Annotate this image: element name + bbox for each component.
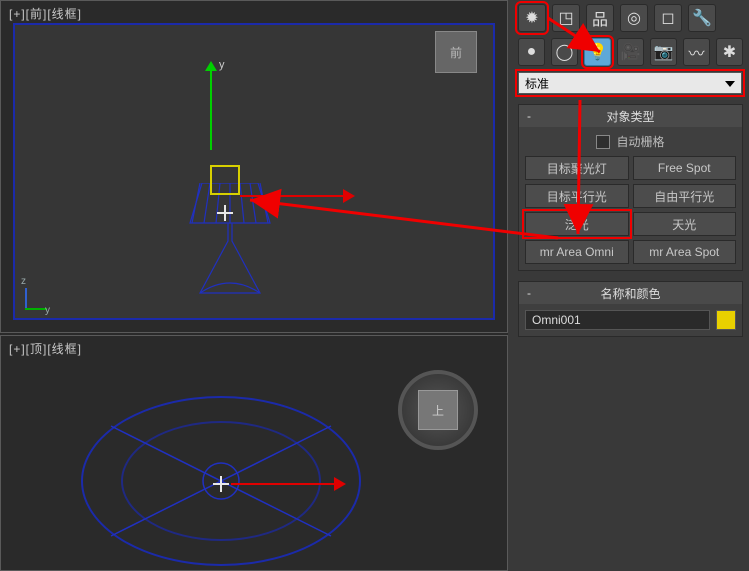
geometry-icon[interactable]: ● bbox=[518, 38, 545, 66]
light-type-button-3[interactable]: 自由平行光 bbox=[633, 184, 737, 208]
lights-icon[interactable]: 💡 bbox=[584, 38, 611, 66]
pivot-crosshair bbox=[217, 205, 233, 221]
object-name-input[interactable] bbox=[525, 310, 710, 330]
utilities-tab-icon[interactable]: 🔧 bbox=[688, 4, 716, 32]
light-type-button-5[interactable]: 天光 bbox=[633, 212, 737, 236]
viewport-front-label[interactable]: [+][前][线框] bbox=[9, 5, 82, 22]
spacewarps-icon[interactable]: 〰 bbox=[683, 38, 710, 66]
viewport-front[interactable]: [+][前][线框] y 前 z bbox=[0, 0, 508, 333]
light-type-button-1[interactable]: Free Spot bbox=[633, 156, 737, 180]
viewcube-front[interactable]: 前 bbox=[435, 31, 477, 73]
viewport-front-canvas[interactable]: y bbox=[13, 23, 495, 320]
light-type-value: 标准 bbox=[525, 75, 549, 92]
x-axis-arrow-top bbox=[231, 483, 336, 485]
navigation-wheel[interactable]: 上 bbox=[398, 370, 478, 450]
rollout-toggle-icon: - bbox=[527, 109, 531, 123]
systems-icon[interactable]: ✱ bbox=[716, 38, 743, 66]
cameras-icon[interactable]: 🎥 bbox=[617, 38, 644, 66]
light-type-button-6[interactable]: mr Area Omni bbox=[525, 240, 629, 264]
object-color-swatch[interactable] bbox=[716, 310, 736, 330]
command-panel: ✹◳品◎◻🔧 ●◯💡🎥📷〰✱ 标准 - 对象类型 自动栅格 目标聚光灯Free … bbox=[512, 0, 749, 571]
autogrid-label: 自动栅格 bbox=[616, 133, 664, 150]
x-axis-arrow bbox=[240, 195, 350, 197]
autogrid-checkbox[interactable] bbox=[596, 135, 610, 149]
object-type-rollout: - 对象类型 自动栅格 目标聚光灯Free Spot目标平行光自由平行光泛光天光… bbox=[518, 104, 743, 271]
shapes-icon[interactable]: ◯ bbox=[551, 38, 578, 66]
hierarchy-tab-icon[interactable]: 品 bbox=[586, 4, 614, 32]
modify-tab-icon[interactable]: ◳ bbox=[552, 4, 580, 32]
light-type-dropdown[interactable]: 标准 bbox=[518, 72, 742, 94]
viewcube-top[interactable]: 上 bbox=[418, 390, 458, 430]
y-axis-label: y bbox=[219, 59, 225, 71]
lamp-wireframe bbox=[180, 183, 280, 323]
light-type-button-0[interactable]: 目标聚光灯 bbox=[525, 156, 629, 180]
helpers-icon[interactable]: 📷 bbox=[650, 38, 677, 66]
light-type-button-2[interactable]: 目标平行光 bbox=[525, 184, 629, 208]
pivot-crosshair-top bbox=[213, 476, 229, 492]
main-tab-row: ✹◳品◎◻🔧 bbox=[518, 4, 743, 32]
create-category-row: ●◯💡🎥📷〰✱ bbox=[518, 38, 743, 66]
rollout-toggle-icon: - bbox=[527, 286, 531, 300]
world-axis-indicator: z y bbox=[15, 280, 55, 320]
autogrid-row[interactable]: 自动栅格 bbox=[525, 133, 736, 150]
display-tab-icon[interactable]: ◻ bbox=[654, 4, 682, 32]
viewport-top-label[interactable]: [+][顶][线框] bbox=[9, 340, 82, 357]
object-type-header[interactable]: - 对象类型 bbox=[519, 105, 742, 127]
light-type-button-4[interactable]: 泛光 bbox=[525, 212, 629, 236]
name-color-header[interactable]: - 名称和颜色 bbox=[519, 282, 742, 304]
y-axis-arrow bbox=[210, 65, 212, 150]
motion-tab-icon[interactable]: ◎ bbox=[620, 4, 648, 32]
transform-gizmo[interactable] bbox=[210, 165, 240, 195]
light-type-button-7[interactable]: mr Area Spot bbox=[633, 240, 737, 264]
name-color-rollout: - 名称和颜色 bbox=[518, 281, 743, 337]
create-tab-icon[interactable]: ✹ bbox=[518, 4, 546, 32]
